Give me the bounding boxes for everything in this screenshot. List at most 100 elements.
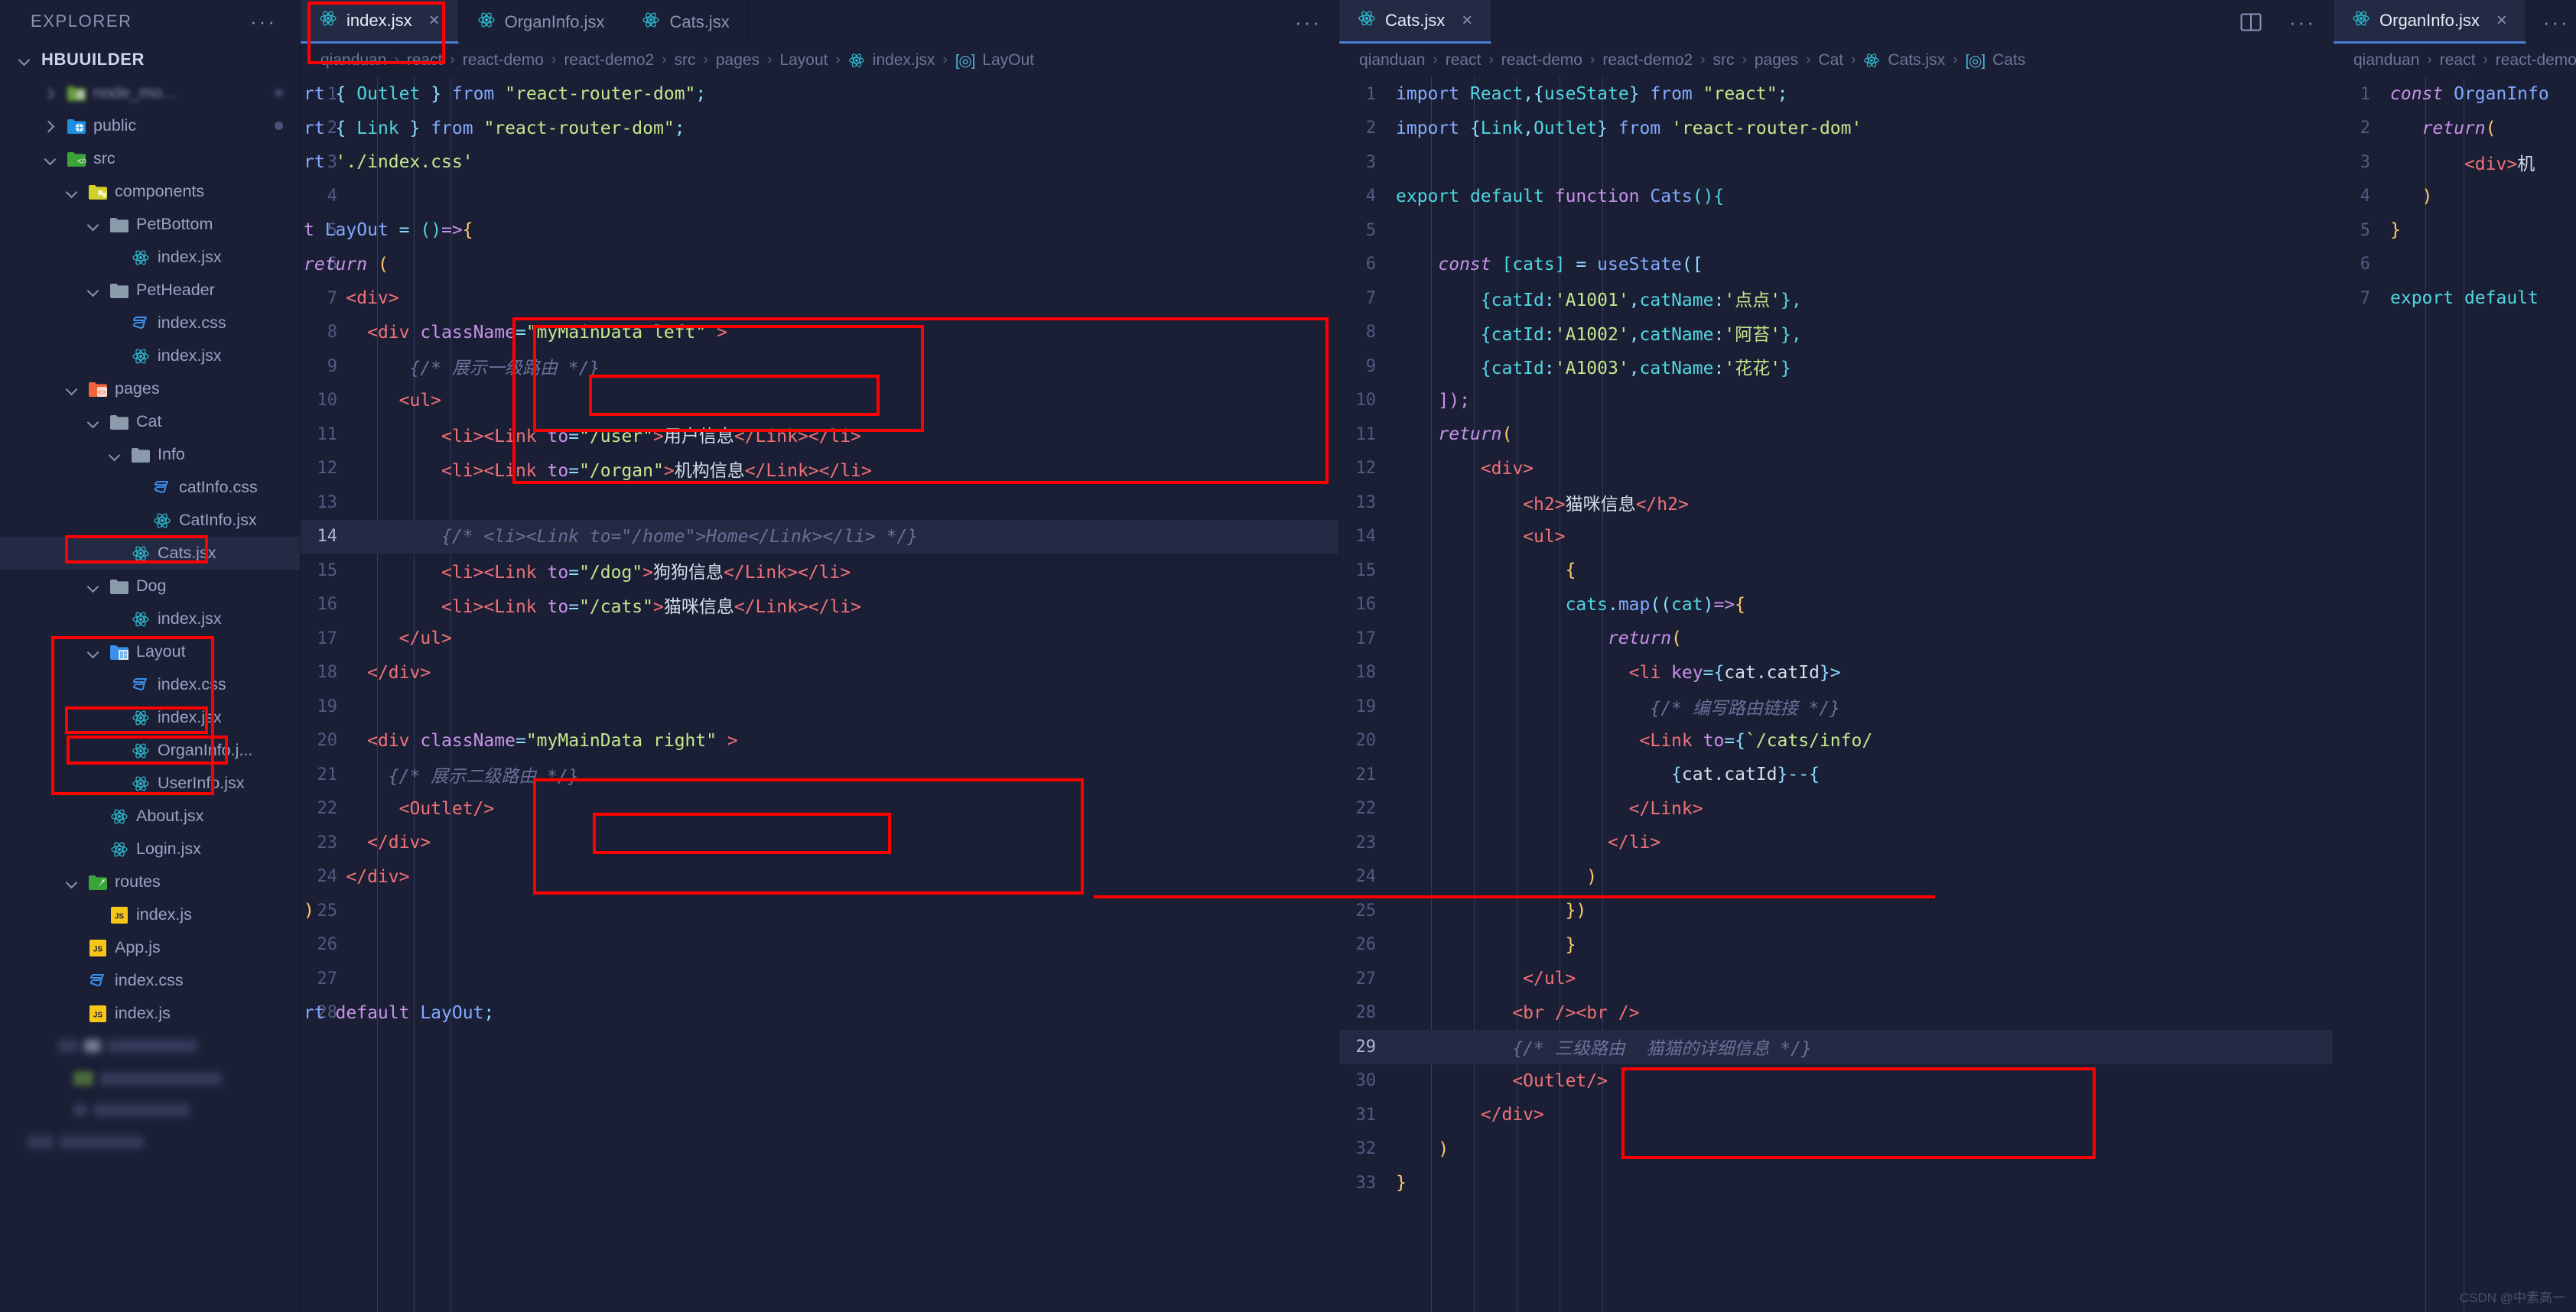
breadcrumb-segment[interactable]: index.jsx xyxy=(873,51,935,70)
breadcrumb-segment[interactable]: qianduan xyxy=(320,51,386,70)
code-line[interactable]: 25) xyxy=(301,894,1338,928)
code-line[interactable]: 24 </div> xyxy=(301,860,1338,895)
tab-organinfo-jsx[interactable]: OrganInfo.jsx× xyxy=(2334,0,2526,44)
chevron-down-icon[interactable] xyxy=(107,447,124,463)
code-line[interactable]: 28 <br /><br /> xyxy=(1339,996,2333,1031)
tree-item-node-mo-[interactable]: node_mo... xyxy=(0,76,300,109)
code-line[interactable]: 30 <Outlet/> xyxy=(1339,1064,2333,1099)
code-line[interactable]: 21 {/* 展示二级路由 */} xyxy=(301,758,1338,792)
code-editor-layout-index[interactable]: 1rt { Outlet } from "react-router-dom";2… xyxy=(301,77,1338,1312)
code-line[interactable]: 1const OrganInfo xyxy=(2334,77,2576,112)
code-line[interactable]: 21 {cat.catId}--{ xyxy=(1339,758,2333,792)
chevron-down-icon[interactable] xyxy=(86,282,102,299)
chevron-down-icon[interactable] xyxy=(86,578,102,595)
breadcrumb-segment[interactable]: qianduan xyxy=(2353,51,2419,70)
code-line[interactable]: 20 <Link to={`/cats/info/ xyxy=(1339,724,2333,758)
code-line[interactable]: 12 <div> xyxy=(1339,452,2333,486)
code-line[interactable]: 1import React,{useState} from "react"; xyxy=(1339,77,2333,112)
code-line[interactable]: 15 <li><Link to="/dog">狗狗信息</Link></li> xyxy=(301,554,1338,588)
tree-item-cat[interactable]: Cat xyxy=(0,405,300,438)
code-line[interactable]: 9 {catId:'A1003',catName:'花花'} xyxy=(1339,349,2333,384)
tree-item-index-css[interactable]: index.css xyxy=(0,307,300,339)
chevron-down-icon[interactable] xyxy=(64,874,81,891)
code-line[interactable]: 29 {/* 三级路由 猫猫的详细信息 */} xyxy=(1339,1030,2333,1064)
tab-organinfo-jsx[interactable]: OrganInfo.jsx xyxy=(459,0,624,44)
tree-item-catinfo-css[interactable]: catInfo.css xyxy=(0,471,300,504)
code-line[interactable]: 14 {/* <li><Link to="/home">Home</Link><… xyxy=(301,520,1338,554)
code-line[interactable]: 18 <li key={cat.catId}> xyxy=(1339,656,2333,690)
code-line[interactable]: 27 xyxy=(301,962,1338,996)
code-line[interactable]: 2import {Link,Outlet} from 'react-router… xyxy=(1339,112,2333,146)
code-line[interactable]: 14 <ul> xyxy=(1339,520,2333,554)
breadcrumb-segment[interactable]: Cat xyxy=(1818,51,1843,70)
tree-item-public[interactable]: public xyxy=(0,109,300,142)
code-line[interactable]: 3 <div>机 xyxy=(2334,145,2576,180)
code-line[interactable]: 7export default xyxy=(2334,281,2576,316)
tabbar-more-icon[interactable]: ··· xyxy=(1278,0,1338,44)
breadcrumb-segment[interactable]: LayOut xyxy=(982,51,1034,70)
tabbar-more-icon[interactable]: ··· xyxy=(2526,0,2576,44)
tree-item-cats-jsx[interactable]: Cats.jsx xyxy=(0,537,300,570)
code-line[interactable]: 10 ]); xyxy=(1339,384,2333,418)
code-line[interactable]: 22 </Link> xyxy=(1339,792,2333,826)
breadcrumb-segment[interactable]: react-demo xyxy=(1501,51,1582,70)
code-editor-cats[interactable]: 1import React,{useState} from "react";2i… xyxy=(1339,77,2333,1312)
close-icon[interactable]: × xyxy=(429,10,440,31)
code-line[interactable]: 23 </div> xyxy=(301,826,1338,860)
tree-item-layout[interactable]: Layout xyxy=(0,635,300,668)
close-icon[interactable]: × xyxy=(1462,10,1472,31)
chevron-down-icon[interactable] xyxy=(64,183,81,200)
breadcrumb-segment[interactable]: react-demo2 xyxy=(564,51,654,70)
code-line[interactable]: 2rt { Link } from "react-router-dom"; xyxy=(301,112,1338,146)
chevron-down-icon[interactable] xyxy=(64,381,81,398)
code-line[interactable]: 20 <div className="myMainData right" > xyxy=(301,724,1338,758)
code-line[interactable]: 22 <Outlet/> xyxy=(301,792,1338,826)
code-line[interactable]: 7 <div> xyxy=(301,281,1338,316)
breadcrumb-segment[interactable]: react-demo2 xyxy=(1602,51,1693,70)
code-line[interactable]: 4export default function Cats(){ xyxy=(1339,180,2333,214)
code-line[interactable]: 8 <div className="myMainData left" > xyxy=(301,316,1338,350)
code-line[interactable]: 1rt { Outlet } from "react-router-dom"; xyxy=(301,77,1338,112)
code-line[interactable]: 25 }) xyxy=(1339,894,2333,928)
close-icon[interactable]: × xyxy=(2496,10,2507,31)
code-line[interactable]: 23 </li> xyxy=(1339,826,2333,860)
breadcrumb-segment[interactable]: react-demo xyxy=(463,51,544,70)
tree-item-about-jsx[interactable]: About.jsx xyxy=(0,800,300,833)
breadcrumb-segment[interactable]: qianduan xyxy=(1359,51,1425,70)
tree-item-index-js[interactable]: JSindex.js xyxy=(0,898,300,931)
code-line[interactable]: 17 </ul> xyxy=(301,622,1338,656)
code-line[interactable]: 5 xyxy=(1339,213,2333,248)
code-line[interactable]: 33} xyxy=(1339,1166,2333,1200)
tree-item-index-jsx[interactable]: index.jsx xyxy=(0,701,300,734)
code-line[interactable]: 13 xyxy=(301,486,1338,520)
explorer-more-icon[interactable]: ··· xyxy=(250,18,277,25)
tree-item-userinfo-jsx[interactable]: UserInfo.jsx xyxy=(0,767,300,800)
chevron-down-icon[interactable] xyxy=(86,216,102,233)
tree-item-login-jsx[interactable]: Login.jsx xyxy=(0,833,300,865)
chevron-down-icon[interactable] xyxy=(86,644,102,661)
code-line[interactable]: 12 <li><Link to="/organ">机构信息</Link></li… xyxy=(301,452,1338,486)
breadcrumb-segment[interactable]: Cats xyxy=(1992,51,2025,70)
breadcrumb-segment[interactable]: Layout xyxy=(779,51,828,70)
code-line[interactable]: 28rt default LayOut; xyxy=(301,996,1338,1031)
tree-item-index-js[interactable]: JSindex.js xyxy=(0,997,300,1030)
code-line[interactable]: 2 return( xyxy=(2334,112,2576,146)
tab-cats-jsx[interactable]: Cats.jsx xyxy=(623,0,748,44)
code-line[interactable]: 19 {/* 编写路由链接 */} xyxy=(1339,690,2333,724)
tree-item-info[interactable]: Info xyxy=(0,438,300,471)
code-line[interactable]: 18 </div> xyxy=(301,656,1338,690)
tree-item-petbottom[interactable]: PetBottom xyxy=(0,208,300,241)
code-line[interactable]: 27 </ul> xyxy=(1339,962,2333,996)
code-line[interactable]: 4 ) xyxy=(2334,180,2576,214)
breadcrumb-segment[interactable]: pages xyxy=(716,51,759,70)
chevron-right-icon[interactable] xyxy=(43,118,60,135)
tree-item-catinfo-jsx[interactable]: CatInfo.jsx xyxy=(0,504,300,537)
code-line[interactable]: 16 cats.map((cat)=>{ xyxy=(1339,588,2333,622)
explorer-root-folder[interactable]: HBUUILDER xyxy=(0,43,300,76)
code-line[interactable]: 26 xyxy=(301,928,1338,963)
code-line[interactable]: 9 {/* 展示一级路由 */} xyxy=(301,349,1338,384)
code-line[interactable]: 6 const [cats] = useState([ xyxy=(1339,248,2333,282)
breadcrumb-segment[interactable]: pages xyxy=(1755,51,1798,70)
code-line[interactable]: 10 <ul> xyxy=(301,384,1338,418)
code-line[interactable]: 6 xyxy=(2334,248,2576,282)
